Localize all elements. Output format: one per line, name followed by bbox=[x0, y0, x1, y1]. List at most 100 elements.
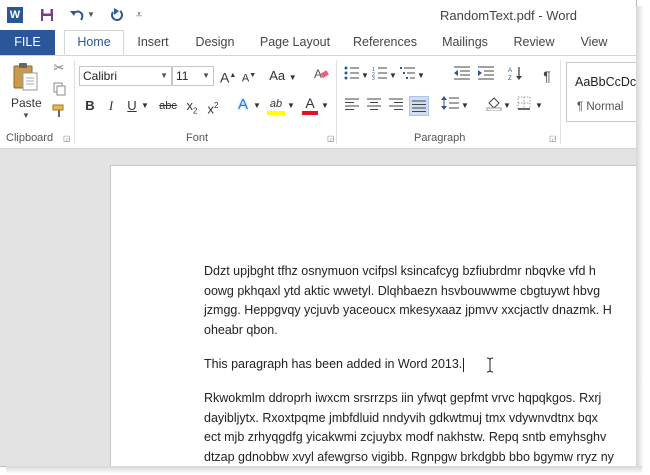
shading-dropdown-icon[interactable]: ▼ bbox=[503, 96, 511, 116]
font-name-value: Calibri bbox=[83, 69, 118, 83]
shading-icon[interactable] bbox=[484, 96, 504, 116]
save-icon[interactable] bbox=[37, 5, 57, 28]
format-painter-icon[interactable] bbox=[51, 104, 67, 120]
redo-icon[interactable] bbox=[106, 5, 126, 28]
font-color-label: A bbox=[305, 95, 315, 111]
align-center-icon[interactable] bbox=[364, 96, 384, 116]
text-line: oowg pkhqaxl ytd aktic wwetyl. Dlqhbaezn… bbox=[204, 283, 601, 298]
cut-icon[interactable]: ✂ bbox=[51, 60, 67, 76]
line-spacing-dropdown-icon[interactable]: ▼ bbox=[461, 96, 469, 116]
chevron-down-icon: ▼ bbox=[160, 71, 168, 80]
document-page[interactable]: Ddzt upjbght tfhz osnymuon vcifpsl ksinc… bbox=[110, 165, 636, 466]
grow-font-label: A bbox=[220, 69, 230, 86]
style-normal-label: ¶ Normal bbox=[577, 101, 624, 113]
highlight-dropdown-icon[interactable]: ▼ bbox=[286, 96, 296, 116]
show-formatting-marks-icon[interactable]: ¶ bbox=[537, 66, 557, 86]
borders-dropdown-icon[interactable]: ▼ bbox=[535, 96, 543, 116]
paste-icon[interactable] bbox=[12, 62, 40, 92]
paragraph-group-label: Paragraph bbox=[414, 132, 466, 144]
svg-text:A: A bbox=[508, 68, 512, 74]
text-line: oheabr qbon. bbox=[204, 322, 278, 337]
font-name-combo[interactable]: Calibri ▼ bbox=[79, 66, 172, 86]
paragraph-3[interactable]: Rkwokmlm ddroprh iwxcm srsrrzps iin yfwq… bbox=[204, 389, 636, 466]
text-line: ect mjb zrhyqgdfg yicakwmi zcjuybx modf … bbox=[204, 430, 607, 444]
justify-icon[interactable] bbox=[409, 96, 429, 116]
strikethrough-button[interactable]: abc bbox=[156, 96, 180, 116]
increase-indent-icon[interactable] bbox=[476, 66, 496, 86]
paste-button[interactable]: Paste bbox=[11, 96, 42, 110]
font-launcher-icon[interactable]: ◲ bbox=[327, 135, 335, 143]
change-case-button[interactable]: Aa ▼ bbox=[268, 66, 298, 86]
clear-formatting-icon[interactable]: A bbox=[312, 66, 330, 86]
tab-page-layout[interactable]: Page Layout bbox=[256, 30, 334, 55]
word-window: W ▼ ⩡ RandomText.pdf - Word FILE Home In… bbox=[0, 0, 637, 467]
superscript-mark: 2 bbox=[214, 101, 219, 110]
paragraph-1[interactable]: Ddzt upjbght tfhz osnymuon vcifpsl ksinc… bbox=[204, 262, 636, 340]
bullets-icon[interactable] bbox=[342, 66, 362, 86]
paste-dropdown-icon[interactable]: ▼ bbox=[22, 111, 30, 120]
paragraph-launcher-icon[interactable]: ◲ bbox=[549, 135, 557, 143]
word-logo-icon[interactable]: W bbox=[7, 7, 23, 23]
font-size-value: 11 bbox=[176, 69, 189, 83]
svg-text:A: A bbox=[314, 67, 322, 80]
text-line: jzmgg. Heppgvqy ycjuvb yaceoucx mkesyxaa… bbox=[204, 303, 612, 317]
sort-icon[interactable]: AZ bbox=[506, 66, 526, 86]
change-case-label: Aa bbox=[269, 68, 286, 83]
borders-icon[interactable] bbox=[514, 96, 534, 116]
clipboard-group-label: Clipboard bbox=[6, 132, 54, 144]
tab-mailings[interactable]: Mailings bbox=[436, 30, 494, 55]
tab-insert[interactable]: Insert bbox=[130, 30, 176, 55]
undo-dropdown-icon[interactable]: ▼ bbox=[86, 5, 96, 25]
clipboard-launcher-icon[interactable]: ◲ bbox=[63, 135, 71, 143]
title-bar: W ▼ ⩡ RandomText.pdf - Word bbox=[0, 0, 636, 30]
text-line: dtzap gdnobbw xvyl afewgrso vigibb. Rgnp… bbox=[204, 449, 614, 464]
chevron-down-icon: ▼ bbox=[202, 71, 210, 80]
text-effects-dropdown-icon[interactable]: ▼ bbox=[252, 96, 262, 116]
tab-view[interactable]: View bbox=[576, 30, 612, 55]
window-title: RandomText.pdf - Word bbox=[440, 8, 578, 23]
highlight-label: ab bbox=[269, 98, 283, 110]
grow-font-button[interactable]: A▲ bbox=[220, 66, 236, 86]
ibeam-cursor-icon bbox=[486, 357, 494, 373]
align-left-icon[interactable] bbox=[342, 96, 362, 116]
bullets-dropdown-icon[interactable]: ▼ bbox=[361, 66, 369, 86]
highlight-button[interactable]: ab bbox=[266, 94, 286, 115]
underline-button[interactable]: U bbox=[124, 96, 140, 116]
superscript-button[interactable]: x2 bbox=[205, 96, 221, 116]
styles-gallery[interactable]: AaBbCcDc ¶ Normal bbox=[566, 62, 637, 122]
font-color-dropdown-icon[interactable]: ▼ bbox=[320, 96, 330, 116]
underline-dropdown-icon[interactable]: ▼ bbox=[140, 96, 150, 116]
subscript-button[interactable]: x2 bbox=[184, 96, 200, 116]
multilevel-dropdown-icon[interactable]: ▼ bbox=[417, 66, 425, 86]
style-sample-text: AaBbCcDc bbox=[575, 75, 637, 89]
tab-file[interactable]: FILE bbox=[0, 30, 55, 55]
added-paragraph-text: This paragraph has been added in Word 20… bbox=[204, 357, 463, 371]
customize-qat-icon[interactable]: ⩡ bbox=[133, 5, 145, 25]
undo-icon[interactable] bbox=[67, 5, 87, 28]
bold-button[interactable]: B bbox=[82, 96, 98, 116]
paragraph-2[interactable]: This paragraph has been added in Word 20… bbox=[204, 355, 636, 375]
tab-design[interactable]: Design bbox=[190, 30, 240, 55]
text-caret bbox=[463, 357, 465, 372]
numbering-icon[interactable]: 123 bbox=[370, 66, 390, 86]
tab-references[interactable]: References bbox=[350, 30, 420, 55]
tab-home[interactable]: Home bbox=[64, 30, 124, 55]
decrease-indent-icon[interactable] bbox=[452, 66, 472, 86]
ribbon-tabs: FILE Home Insert Design Page Layout Refe… bbox=[0, 30, 636, 56]
italic-button[interactable]: I bbox=[104, 96, 118, 116]
multilevel-list-icon[interactable] bbox=[398, 66, 418, 86]
svg-text:Z: Z bbox=[508, 76, 512, 81]
align-right-icon[interactable] bbox=[386, 96, 406, 116]
line-spacing-icon[interactable] bbox=[440, 96, 460, 116]
document-area: Ddzt upjbght tfhz osnymuon vcifpsl ksinc… bbox=[0, 149, 636, 466]
numbering-dropdown-icon[interactable]: ▼ bbox=[389, 66, 397, 86]
copy-icon[interactable] bbox=[51, 82, 67, 98]
font-color-swatch bbox=[302, 111, 318, 115]
text-effects-button[interactable]: A bbox=[234, 95, 252, 115]
text-line: Ddzt upjbght tfhz osnymuon vcifpsl ksinc… bbox=[204, 264, 596, 278]
tab-review[interactable]: Review bbox=[508, 30, 560, 55]
font-color-button[interactable]: A bbox=[301, 93, 319, 115]
shrink-font-button[interactable]: A▼ bbox=[241, 66, 257, 86]
group-divider bbox=[336, 60, 337, 144]
font-size-combo[interactable]: 11 ▼ bbox=[172, 66, 214, 86]
